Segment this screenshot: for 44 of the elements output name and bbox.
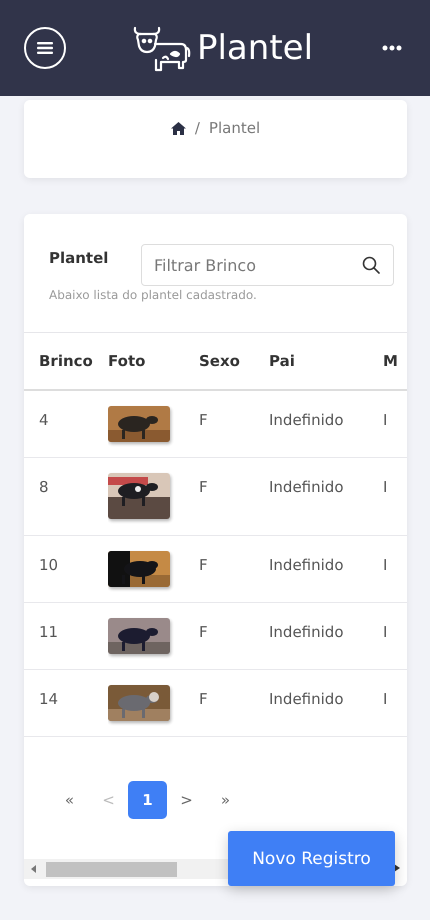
table-cell: F xyxy=(199,411,208,429)
table-cell: F xyxy=(199,556,208,574)
table-cell: 4 xyxy=(39,411,49,429)
scrollbar-thumb[interactable] xyxy=(46,862,177,876)
table-cell: 8 xyxy=(39,478,49,496)
table-cell: F xyxy=(199,622,208,640)
new-record-button[interactable]: Novo Registro xyxy=(228,831,395,886)
list-title: Plantel xyxy=(49,249,108,267)
table-cell: I xyxy=(383,411,388,429)
search-icon xyxy=(362,256,380,274)
page-button[interactable]: « xyxy=(50,780,89,818)
app-title: Plantel xyxy=(196,28,314,68)
horizontal-scrollbar[interactable] xyxy=(24,859,231,879)
more-icon xyxy=(382,45,402,51)
table-cell: F xyxy=(199,478,208,496)
table-cell: I xyxy=(383,622,388,640)
page-button[interactable]: » xyxy=(206,780,245,818)
column-header: Foto xyxy=(108,352,146,370)
table-cell: I xyxy=(383,478,388,496)
table-cell: Indefinido xyxy=(269,556,344,574)
table-cell: Indefinido xyxy=(269,478,344,496)
column-header: Sexo xyxy=(199,352,240,370)
table-cell: F xyxy=(199,690,208,708)
page-button[interactable]: 1 xyxy=(128,780,167,818)
home-icon[interactable] xyxy=(170,122,186,134)
column-header: Brinco xyxy=(39,352,93,370)
table-cell: Indefinido xyxy=(269,622,344,640)
table-cell: Indefinido xyxy=(269,411,344,429)
table-cell: 11 xyxy=(39,622,58,640)
scroll-left-icon[interactable] xyxy=(31,865,37,873)
menu-icon xyxy=(37,41,53,55)
list-subtitle: Abaixo lista do plantel cadastrado. xyxy=(49,288,257,302)
menu-button[interactable] xyxy=(24,27,66,69)
breadcrumb-separator: / xyxy=(194,119,200,137)
table-cell: I xyxy=(383,556,388,574)
table-cell: I xyxy=(383,690,388,708)
table-cell: 10 xyxy=(39,556,58,574)
breadcrumb-item[interactable]: Plantel xyxy=(208,119,260,137)
search-field[interactable]: Filtrar Brinco xyxy=(141,244,394,286)
column-header: Pai xyxy=(269,352,295,370)
table-cell: 14 xyxy=(39,690,58,708)
page-button[interactable]: > xyxy=(167,780,206,818)
table-cell: Indefinido xyxy=(269,690,344,708)
column-header: M xyxy=(383,352,398,370)
